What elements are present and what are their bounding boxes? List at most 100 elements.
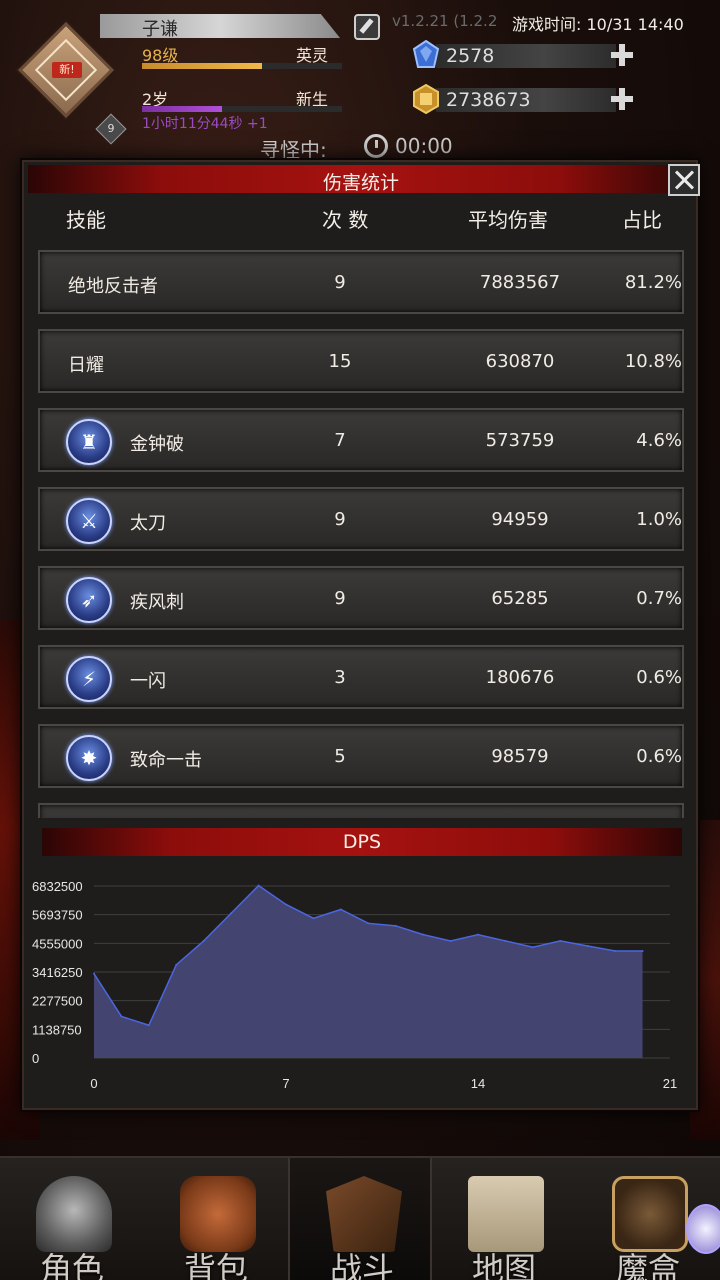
nav-item-backpack[interactable]: 背包 xyxy=(144,1158,288,1280)
diamond-amount: 2578 xyxy=(446,45,495,67)
shield-knight-icon: ♜ xyxy=(66,419,112,465)
nav-item-helmet[interactable]: 角色 xyxy=(0,1158,144,1280)
dialog-title: 伤害统计 xyxy=(322,172,399,194)
dps-point xyxy=(230,912,233,915)
skill-percent: 1.0% xyxy=(636,509,682,530)
diamond-icon xyxy=(412,40,440,68)
skill-name: 金钟破 xyxy=(130,434,184,455)
column-header-count: 次 数 xyxy=(322,208,369,232)
dps-point xyxy=(339,908,342,911)
table-row[interactable] xyxy=(38,803,684,818)
age-progress-bar xyxy=(142,106,342,112)
table-row[interactable]: ⚡ 一闪 3 180676 0.6% xyxy=(38,645,684,709)
edit-icon[interactable] xyxy=(354,14,380,40)
skill-name: 一闪 xyxy=(130,671,166,692)
magic-box-icon xyxy=(612,1176,688,1252)
helmet-icon xyxy=(36,1176,112,1252)
diamond-currency: 2578 xyxy=(412,40,638,70)
burst-icon: ✸ xyxy=(66,735,112,781)
skill-count: 9 xyxy=(334,509,346,530)
y-tick-label: 5693750 xyxy=(32,908,83,923)
dps-point xyxy=(257,884,260,887)
vip-badge[interactable] xyxy=(686,1204,720,1254)
skill-avg-damage: 98579 xyxy=(491,746,549,767)
dps-point xyxy=(312,917,315,920)
skill-percent: 0.6% xyxy=(636,667,682,688)
table-row[interactable]: ➶ 疾风刺 9 65285 0.7% xyxy=(38,566,684,630)
skill-count: 9 xyxy=(334,588,346,609)
skill-name: 绝地反击者 xyxy=(68,276,158,297)
add-diamond-button[interactable] xyxy=(610,43,634,67)
new-badge: 新! xyxy=(52,62,82,78)
table-row[interactable]: 日耀 15 630870 10.8% xyxy=(38,329,684,393)
dps-point xyxy=(614,950,617,953)
dps-point xyxy=(175,963,178,966)
skill-name: 太刀 xyxy=(130,513,166,534)
player-avatar[interactable]: 新! 9 xyxy=(17,21,127,145)
dps-point xyxy=(285,903,287,906)
dps-point xyxy=(394,924,397,927)
skill-count: 9 xyxy=(334,272,346,293)
skill-percent: 0.7% xyxy=(636,588,682,609)
age-timer: 1小时11分44秒 +1 xyxy=(142,116,268,132)
dps-point xyxy=(641,950,644,953)
nav-label: 地图 xyxy=(471,1250,536,1280)
skill-name: 疾风刺 xyxy=(130,592,184,613)
dps-chart-header: DPS xyxy=(42,828,682,856)
nav-item-sword-shield[interactable]: 战斗 xyxy=(288,1158,432,1280)
y-tick-label: 0 xyxy=(32,1051,39,1066)
age-progress-fill xyxy=(142,106,222,112)
nav-label: 背包 xyxy=(183,1250,248,1280)
skill-avg-damage: 180676 xyxy=(485,667,555,688)
dps-point xyxy=(147,1024,150,1027)
skill-name: 日耀 xyxy=(68,355,104,376)
gold-currency: 2738673 xyxy=(412,84,638,114)
dialog-header: 伤害统计 xyxy=(28,165,694,194)
game-time: 游戏时间: 10/31 14:40 xyxy=(512,15,684,34)
dps-point xyxy=(504,939,507,942)
y-tick-label: 4555000 xyxy=(32,936,83,951)
dps-chart: 0 1138750 2277500 3416250 4555000 5693750 6832… xyxy=(32,879,677,1091)
dps-point xyxy=(422,933,425,936)
dps-point xyxy=(449,939,452,942)
bottom-nav: 角色 背包 战斗 地图 魔盒 xyxy=(0,1156,720,1280)
skill-damage-list[interactable]: 绝地反击者 9 7883567 81.2% 日耀 15 630870 10.8% ♜ 金钟破 7 57… xyxy=(38,250,686,818)
table-row[interactable]: 绝地反击者 9 7883567 81.2% xyxy=(38,250,684,314)
column-header-pct: 占比 xyxy=(622,208,662,232)
column-header-avg: 平均伤害 xyxy=(468,208,548,232)
search-time: 00:00 xyxy=(395,134,453,158)
close-button[interactable] xyxy=(668,164,700,196)
sword-shield-icon xyxy=(326,1176,402,1252)
dps-point xyxy=(559,939,562,942)
dps-point xyxy=(367,922,370,925)
dps-point xyxy=(93,972,95,975)
y-tick-label: 6832500 xyxy=(32,879,83,894)
nav-item-scroll-map[interactable]: 地图 xyxy=(432,1158,576,1280)
player-name: 子谦 xyxy=(142,19,178,40)
sword-icon: ⚔ xyxy=(66,498,112,544)
dps-chart-title: DPS xyxy=(342,831,382,853)
table-row[interactable]: ✸ 致命一击 5 98579 0.6% xyxy=(38,724,684,788)
level-progress-bar xyxy=(142,63,342,69)
add-gold-button[interactable] xyxy=(610,87,634,111)
skill-percent: 10.8% xyxy=(624,351,682,372)
x-tick-label: 21 xyxy=(663,1076,677,1091)
dps-point xyxy=(477,933,479,936)
backpack-icon xyxy=(180,1176,256,1252)
dps-point xyxy=(586,944,589,947)
scroll-map-icon xyxy=(468,1176,544,1252)
table-row[interactable]: ♜ 金钟破 7 573759 4.6% xyxy=(38,408,684,472)
nav-label: 战斗 xyxy=(329,1250,394,1280)
search-status-label: 寻怪中: xyxy=(260,138,327,162)
avatar-level: 9 xyxy=(107,122,115,135)
slash-icon: ⚡ xyxy=(66,656,112,702)
gold-icon xyxy=(413,84,439,114)
dps-area xyxy=(94,885,643,1058)
table-row[interactable]: ⚔ 太刀 9 94959 1.0% xyxy=(38,487,684,551)
clock-icon xyxy=(364,134,388,158)
skill-avg-damage: 7883567 xyxy=(479,272,561,293)
dps-point xyxy=(531,946,534,949)
x-tick-label: 14 xyxy=(471,1076,485,1091)
y-tick-label: 1138750 xyxy=(32,1022,82,1037)
skill-count: 7 xyxy=(334,430,346,451)
